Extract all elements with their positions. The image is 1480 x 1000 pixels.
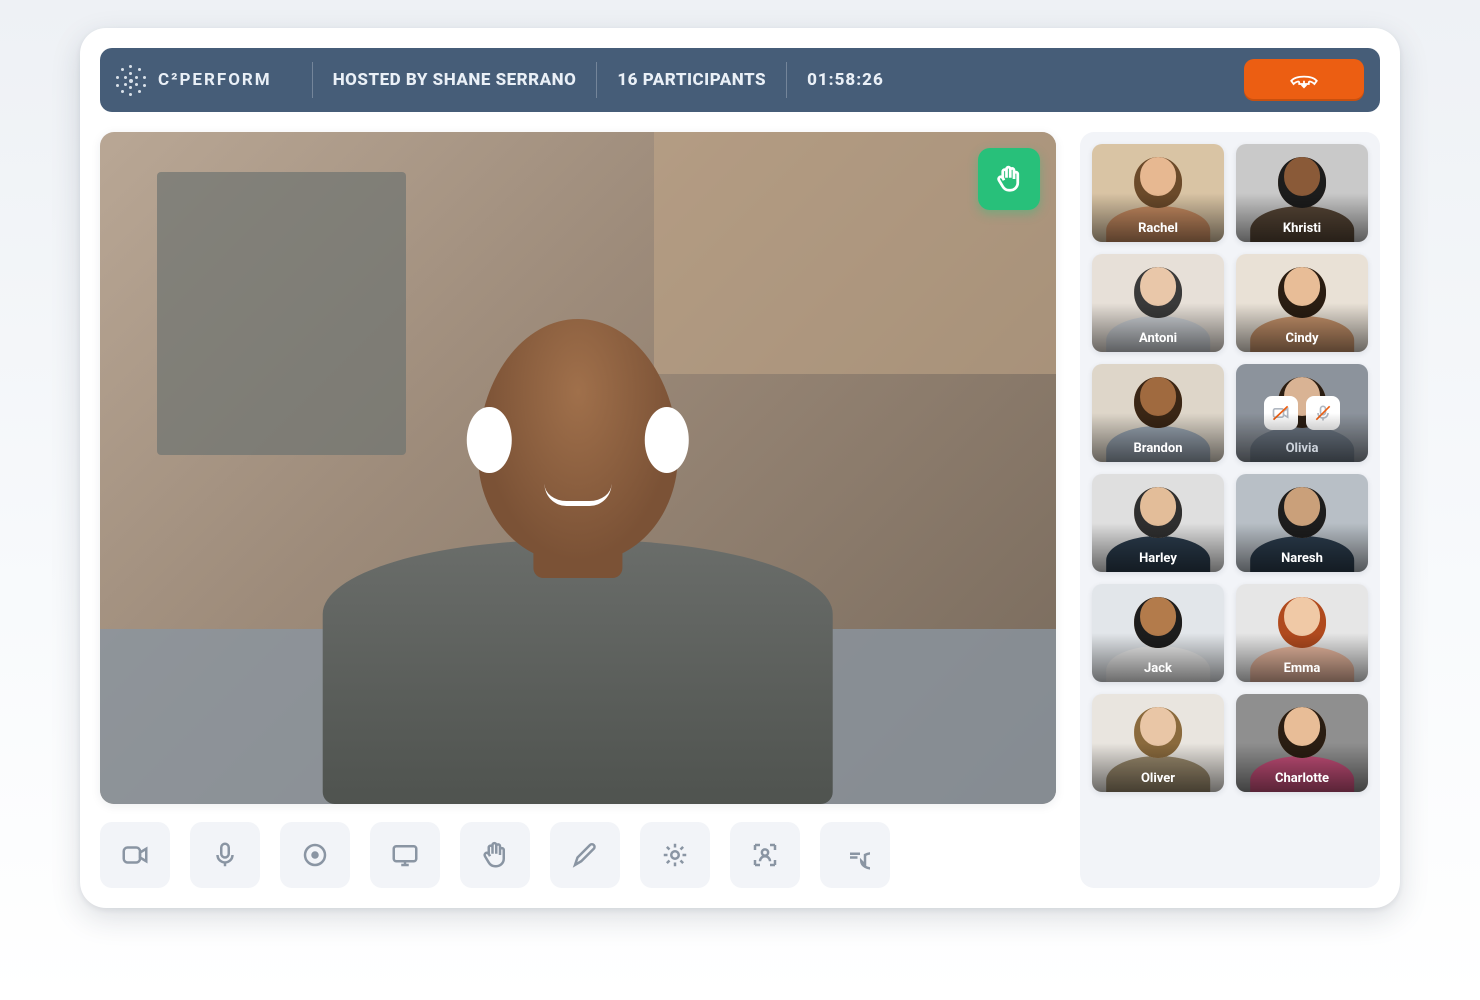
participant-tile[interactable]: Antoni	[1092, 254, 1224, 352]
record-icon	[300, 840, 330, 870]
settings-button[interactable]	[640, 822, 710, 888]
participant-tile[interactable]: Emma	[1236, 584, 1368, 682]
participant-tile[interactable]: Harley	[1092, 474, 1224, 572]
left-column	[100, 132, 1056, 888]
hosted-by-label: HOSTED BY SHANE SERRANO	[333, 70, 577, 90]
main-area: RachelKhristi AntoniCindy BrandonOlivia Har…	[100, 132, 1380, 888]
mic-button[interactable]	[190, 822, 260, 888]
participant-tile[interactable]: Khristi	[1236, 144, 1368, 242]
participants-panel: RachelKhristi AntoniCindy BrandonOlivia Har…	[1080, 132, 1380, 888]
divider	[312, 62, 313, 98]
chat-button[interactable]	[820, 822, 890, 888]
screen-icon	[390, 840, 420, 870]
participant-name: Antoni	[1092, 303, 1224, 352]
main-speaker-video[interactable]	[100, 132, 1056, 804]
participant-name: Olivia	[1236, 413, 1368, 462]
hand-raised-badge[interactable]	[978, 148, 1040, 210]
participant-tile[interactable]: Cindy	[1236, 254, 1368, 352]
participant-count: 16 PARTICIPANTS	[617, 70, 766, 90]
meeting-header: C²PERFORM HOSTED BY SHANE SERRANO 16 PAR…	[100, 48, 1380, 112]
hand-icon	[994, 164, 1024, 194]
participant-tile[interactable]: Charlotte	[1236, 694, 1368, 792]
meeting-toolbar	[100, 822, 1056, 888]
participant-name: Charlotte	[1236, 743, 1368, 792]
layout-button[interactable]	[730, 822, 800, 888]
participant-name: Harley	[1092, 523, 1224, 572]
end-call-button[interactable]	[1244, 59, 1364, 101]
meeting-timer: 01:58:26	[807, 70, 884, 90]
brand-logo: C²PERFORM	[116, 65, 292, 95]
divider	[786, 62, 787, 98]
gear-icon	[660, 840, 690, 870]
person-frame-icon	[750, 840, 780, 870]
share-screen-button[interactable]	[370, 822, 440, 888]
participant-name: Emma	[1236, 633, 1368, 682]
pen-icon	[570, 840, 600, 870]
logo-mark-icon	[116, 65, 146, 95]
participant-tile[interactable]: Jack	[1092, 584, 1224, 682]
hang-up-icon	[1288, 68, 1320, 92]
annotate-button[interactable]	[550, 822, 620, 888]
participant-name: Brandon	[1092, 413, 1224, 462]
participant-tile[interactable]: Naresh	[1236, 474, 1368, 572]
participant-name: Naresh	[1236, 523, 1368, 572]
participant-name: Jack	[1092, 633, 1224, 682]
speaker-figure	[301, 253, 855, 804]
participant-name: Khristi	[1236, 193, 1368, 242]
divider	[596, 62, 597, 98]
brand-name: C²PERFORM	[158, 70, 272, 90]
participant-tile[interactable]: Rachel	[1092, 144, 1224, 242]
chat-icon	[840, 840, 870, 870]
camera-button[interactable]	[100, 822, 170, 888]
mic-icon	[210, 840, 240, 870]
raise-hand-button[interactable]	[460, 822, 530, 888]
hand-icon	[480, 840, 510, 870]
participant-name: Oliver	[1092, 743, 1224, 792]
camera-icon	[120, 840, 150, 870]
participant-name: Cindy	[1236, 303, 1368, 352]
participant-tile[interactable]: Olivia	[1236, 364, 1368, 462]
participant-tile[interactable]: Brandon	[1092, 364, 1224, 462]
record-button[interactable]	[280, 822, 350, 888]
participant-name: Rachel	[1092, 193, 1224, 242]
meeting-window: C²PERFORM HOSTED BY SHANE SERRANO 16 PAR…	[80, 28, 1400, 908]
participant-tile[interactable]: Oliver	[1092, 694, 1224, 792]
